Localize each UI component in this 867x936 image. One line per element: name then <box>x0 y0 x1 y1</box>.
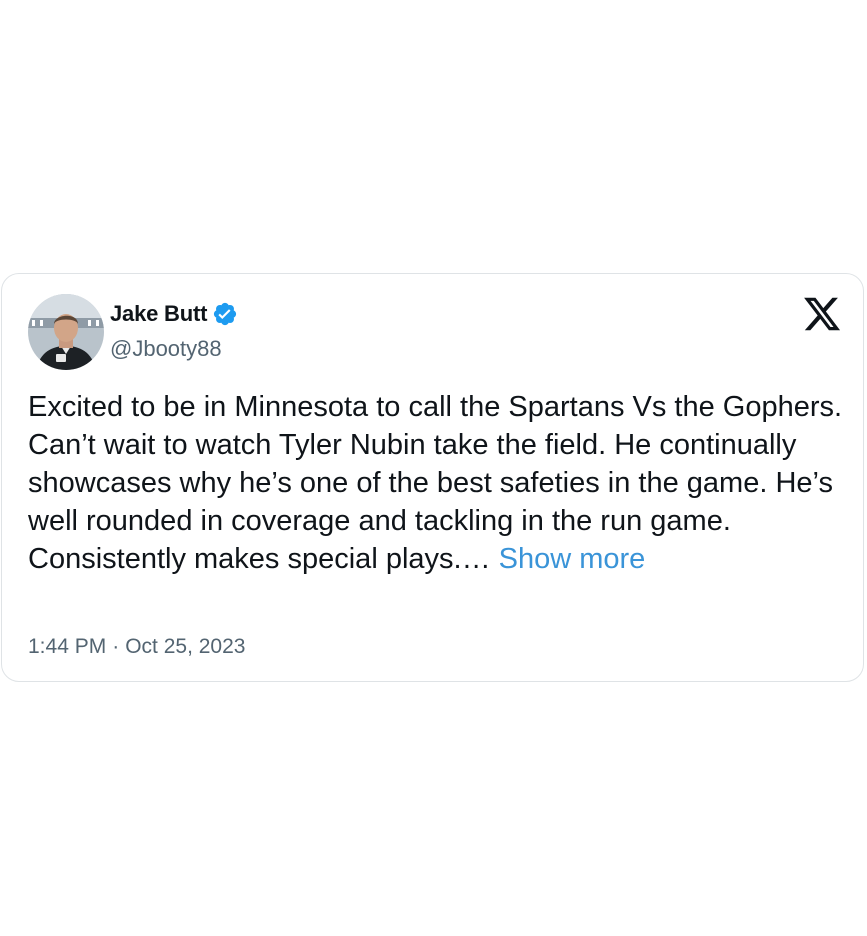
show-more-link[interactable]: Show more <box>499 543 646 575</box>
author-handle[interactable]: @Jbooty88 <box>110 336 222 362</box>
author-avatar[interactable] <box>28 294 104 370</box>
author-display-name[interactable]: Jake Butt <box>110 301 207 327</box>
meta-separator: · <box>112 635 120 658</box>
tweet-body: Excited to be in Minnesota to call the S… <box>28 391 843 575</box>
tweet-timestamp[interactable]: 1:44 PM · Oct 25, 2023 <box>28 635 245 659</box>
verified-badge-icon <box>212 301 238 327</box>
x-logo-icon[interactable] <box>802 294 842 334</box>
tweet-card: Jake Butt @Jbooty88 Excited to be in Min… <box>1 273 864 682</box>
tweet-date: Oct 25, 2023 <box>125 635 246 658</box>
tweet-text: Excited to be in Minnesota to call the S… <box>28 388 848 578</box>
author-name-row: Jake Butt <box>110 300 238 328</box>
tweet-time: 1:44 PM <box>28 635 107 658</box>
